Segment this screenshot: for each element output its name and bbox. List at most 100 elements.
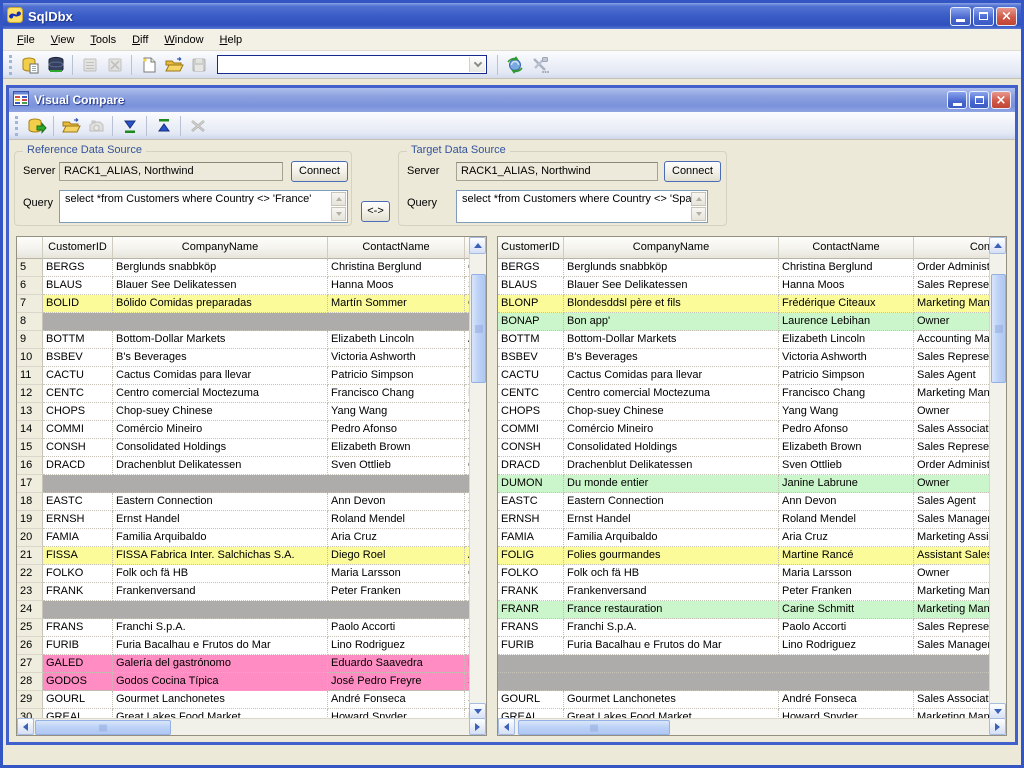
grid-cell[interactable]: Great Lakes Food Market xyxy=(113,709,328,718)
grid-cell[interactable]: BONAP xyxy=(498,313,564,331)
table-row[interactable]: FRANSFranchi S.p.A.Paolo AccortiSales Re… xyxy=(498,619,991,637)
table-row[interactable]: DUMONDu monde entierJanine LabruneOwner xyxy=(498,475,991,493)
menu-item-file[interactable]: File xyxy=(9,31,43,49)
grid-cell[interactable]: Victoria Ashworth xyxy=(328,349,465,367)
reference-grid-horizontal-scrollbar[interactable] xyxy=(17,718,486,735)
grid-cell[interactable]: Order Administrator xyxy=(914,457,991,475)
missing-row-filler[interactable] xyxy=(498,655,991,673)
grid-cell[interactable]: Patricio Simpson xyxy=(328,367,465,385)
grid-cell[interactable]: Ann Devon xyxy=(328,493,465,511)
grid-cell[interactable]: Cactus Comidas para llevar xyxy=(113,367,328,385)
table-row[interactable]: COMMIComércio MineiroPedro AfonsoSales A… xyxy=(498,421,991,439)
grid-cell[interactable]: Galería del gastrónomo xyxy=(113,655,328,673)
grid-cell[interactable]: Yang Wang xyxy=(779,403,914,421)
grid-cell[interactable]: Marketing Assistant xyxy=(914,529,991,547)
reference-grid-vertical-scrollbar[interactable] xyxy=(469,237,486,720)
grid-cell[interactable]: France restauration xyxy=(564,601,779,619)
grid-cell[interactable]: Bólido Comidas preparadas xyxy=(113,295,328,313)
execute-compare-icon[interactable] xyxy=(24,115,49,137)
grid-cell[interactable]: BERGS xyxy=(43,259,113,277)
grid-cell[interactable]: Howard Snyder xyxy=(779,709,914,718)
grid-cell[interactable]: Roland Mendel xyxy=(779,511,914,529)
table-row[interactable] xyxy=(498,673,991,691)
grid-cell[interactable]: Assistant Sales Agent xyxy=(914,547,991,565)
grid-cell[interactable]: Marketing Manager xyxy=(914,583,991,601)
swap-datasources-button[interactable]: <-> xyxy=(361,201,390,222)
grid-cell[interactable]: Pedro Afonso xyxy=(328,421,465,439)
menu-item-view[interactable]: View xyxy=(43,31,83,49)
grid-cell[interactable]: Elizabeth Brown xyxy=(328,439,465,457)
grid-cell[interactable]: Sales Agent xyxy=(914,493,991,511)
grid-cell[interactable]: Gourmet Lanchonetes xyxy=(564,691,779,709)
vc-maximize-button[interactable] xyxy=(969,91,989,109)
spin-up-icon[interactable] xyxy=(691,192,706,206)
grid-cell[interactable]: FRANK xyxy=(43,583,113,601)
reference-connect-button[interactable]: Connect xyxy=(291,161,348,182)
grid-cell[interactable]: Elizabeth Lincoln xyxy=(328,331,465,349)
table-row[interactable]: BERGSBerglunds snabbköpChristina Berglun… xyxy=(498,259,991,277)
grid-cell[interactable]: Drachenblut Delikatessen xyxy=(564,457,779,475)
rollback-disabled-icon[interactable] xyxy=(102,54,127,76)
column-header-customerid[interactable]: CustomerID xyxy=(43,237,113,259)
table-row[interactable]: 10BSBEVB's BeveragesVictoria AshworthSal… xyxy=(17,349,471,367)
column-header-companyname[interactable]: CompanyName xyxy=(113,237,328,259)
grid-cell[interactable]: FISSA Fabrica Inter. Salchichas S.A. xyxy=(113,547,328,565)
grid-cell[interactable]: Diego Roel xyxy=(328,547,465,565)
table-row[interactable]: 30GREALGreat Lakes Food MarketHoward Sny… xyxy=(17,709,471,718)
grid-cell[interactable]: Franchi S.p.A. xyxy=(564,619,779,637)
grid-cell[interactable]: Owner xyxy=(914,313,991,331)
grid-cell[interactable]: GREAL xyxy=(43,709,113,718)
reference-query-input[interactable]: select *from Customers where Country <> … xyxy=(59,190,348,223)
table-row[interactable]: 26FURIBFuria Bacalhau e Frutos do MarLin… xyxy=(17,637,471,655)
table-row[interactable]: FRANRFrance restaurationCarine SchmittMa… xyxy=(498,601,991,619)
grid-cell[interactable]: Hanna Moos xyxy=(779,277,914,295)
target-query-input[interactable]: select *from Customers where Country <> … xyxy=(456,190,708,223)
grid-cell[interactable]: Berglunds snabbköp xyxy=(113,259,328,277)
grid-cell[interactable]: B's Beverages xyxy=(113,349,328,367)
spin-down-icon[interactable] xyxy=(331,207,346,221)
grid-cell[interactable]: Folies gourmandes xyxy=(564,547,779,565)
table-row[interactable]: FURIBFuria Bacalhau e Frutos do MarLino … xyxy=(498,637,991,655)
new-script-icon[interactable] xyxy=(136,54,161,76)
vc-minimize-button[interactable] xyxy=(947,91,967,109)
grid-cell[interactable]: FRANS xyxy=(498,619,564,637)
table-row[interactable]: BSBEVB's BeveragesVictoria AshworthSales… xyxy=(498,349,991,367)
table-row[interactable]: 24 xyxy=(17,601,471,619)
table-row[interactable]: 9BOTTMBottom-Dollar MarketsElizabeth Lin… xyxy=(17,331,471,349)
grid-cell[interactable]: Frankenversand xyxy=(113,583,328,601)
table-row[interactable]: 15CONSHConsolidated HoldingsElizabeth Br… xyxy=(17,439,471,457)
export-disabled-icon[interactable] xyxy=(83,115,108,137)
scroll-up-icon[interactable] xyxy=(989,237,1006,254)
tools-options-disabled-icon[interactable] xyxy=(527,54,552,76)
table-row[interactable]: BOTTMBottom-Dollar MarketsElizabeth Linc… xyxy=(498,331,991,349)
grid-cell[interactable]: FURIB xyxy=(498,637,564,655)
commit-disabled-icon[interactable] xyxy=(77,54,102,76)
column-header-contacttitle[interactable]: ContactTitle xyxy=(914,237,991,259)
table-row[interactable]: GREALGreat Lakes Food MarketHoward Snyde… xyxy=(498,709,991,718)
grid-cell[interactable]: Maria Larsson xyxy=(779,565,914,583)
maximize-button[interactable] xyxy=(973,7,994,26)
grid-cell[interactable]: Eastern Connection xyxy=(113,493,328,511)
grid-cell[interactable]: Frédérique Citeaux xyxy=(779,295,914,313)
grid-cell[interactable]: Chop-suey Chinese xyxy=(564,403,779,421)
save-disabled-icon[interactable] xyxy=(186,54,211,76)
table-row[interactable]: GOURLGourmet LanchonetesAndré FonsecaSal… xyxy=(498,691,991,709)
grid-cell[interactable]: Sales Associate xyxy=(914,691,991,709)
table-row[interactable]: 12CENTCCentro comercial MoctezumaFrancis… xyxy=(17,385,471,403)
open-file-icon[interactable] xyxy=(58,115,83,137)
table-row[interactable]: CENTCCentro comercial MoctezumaFrancisco… xyxy=(498,385,991,403)
grid-cell[interactable]: DRACD xyxy=(498,457,564,475)
grid-cell[interactable]: FURIB xyxy=(43,637,113,655)
grid-cell[interactable]: Martine Rancé xyxy=(779,547,914,565)
table-row[interactable]: 5BERGSBerglunds snabbköpChristina Berglu… xyxy=(17,259,471,277)
grid-cell[interactable]: Centro comercial Moctezuma xyxy=(564,385,779,403)
grid-cell[interactable]: BOTTM xyxy=(498,331,564,349)
menu-item-tools[interactable]: Tools xyxy=(82,31,124,49)
table-row[interactable]: 21FISSAFISSA Fabrica Inter. Salchichas S… xyxy=(17,547,471,565)
grid-cell[interactable]: Sales Representative xyxy=(914,277,991,295)
grid-cell[interactable]: Sales Representative xyxy=(914,349,991,367)
grid-cell[interactable]: Gourmet Lanchonetes xyxy=(113,691,328,709)
grid-cell[interactable]: CACTU xyxy=(43,367,113,385)
grid-cell[interactable]: Great Lakes Food Market xyxy=(564,709,779,718)
table-row[interactable]: 22FOLKOFolk och fä HBMaria LarssonOwner xyxy=(17,565,471,583)
